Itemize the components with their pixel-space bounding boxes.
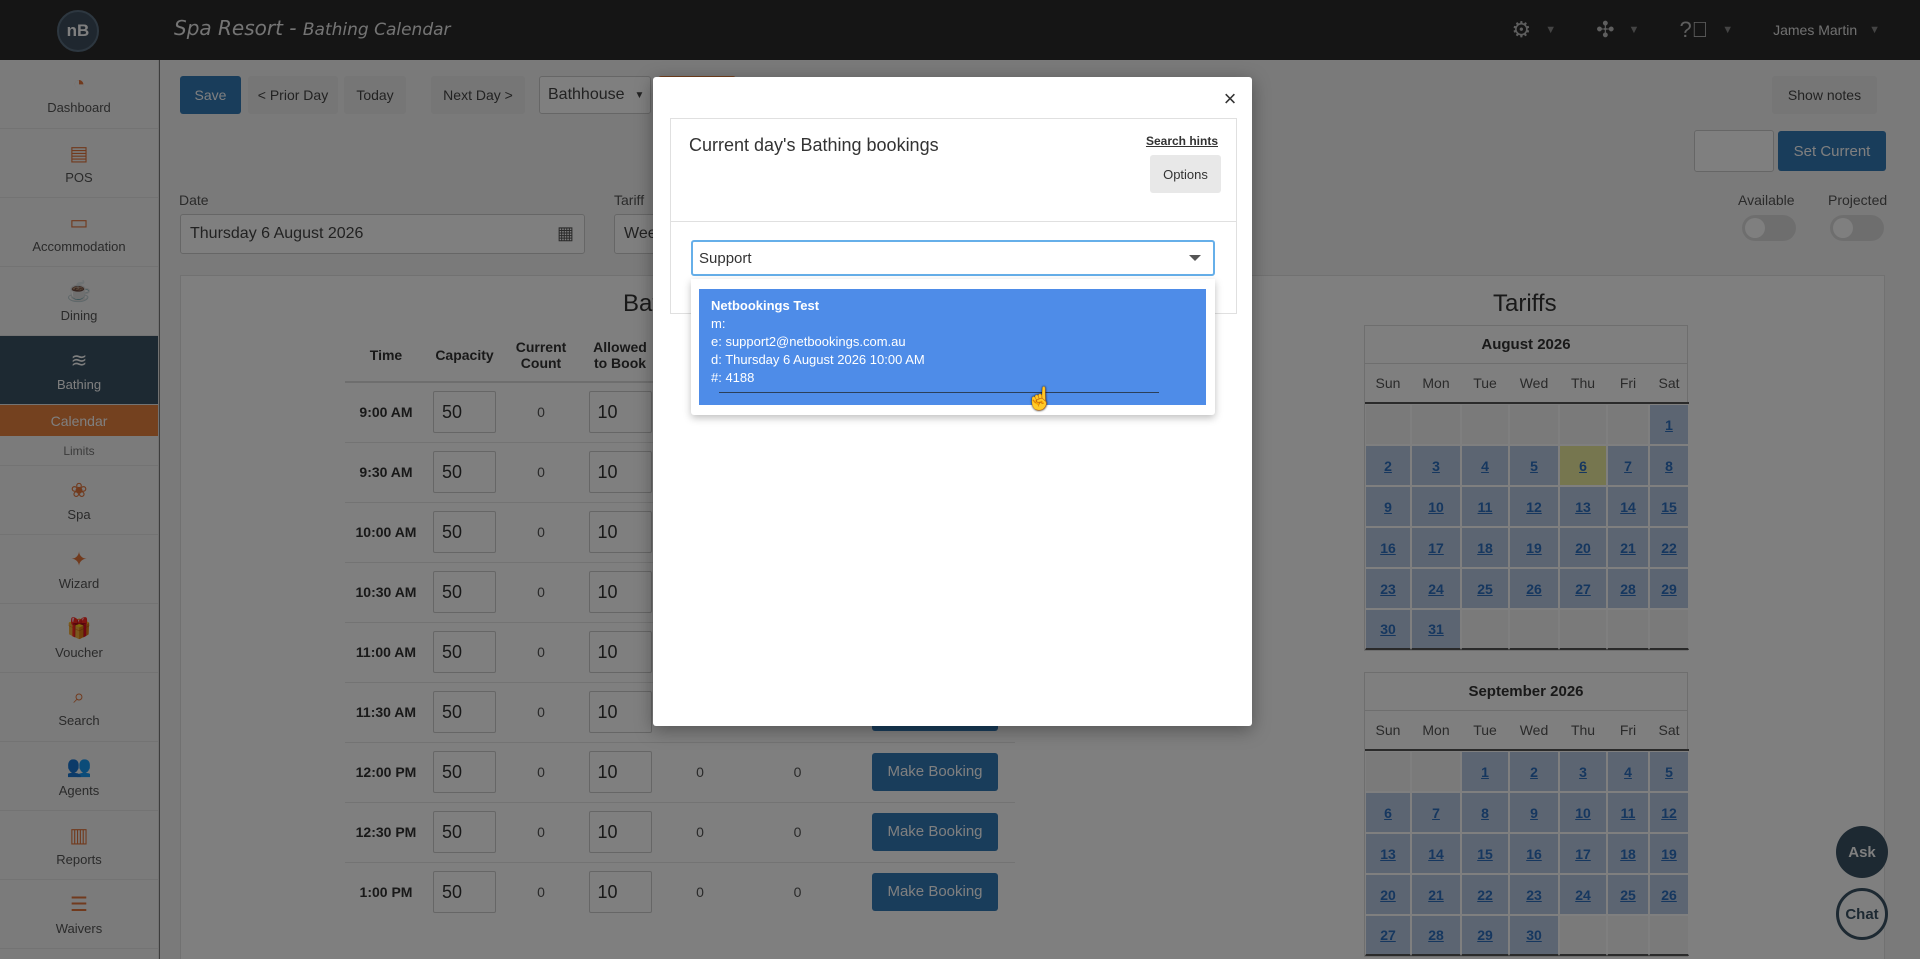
modal-title: Current day's Bathing bookings [689, 135, 939, 155]
result-mobile: m: [711, 316, 726, 331]
hand-cursor-icon: ☝ [1026, 386, 1054, 411]
divider [671, 221, 1236, 222]
close-icon[interactable]: × [1220, 88, 1240, 110]
result-name: Netbookings Test [711, 298, 820, 313]
search-result-option[interactable]: Netbookings Test m: e: support2@netbooki… [699, 289, 1206, 405]
search-value: Support [699, 249, 752, 267]
result-email: e: support2@netbookings.com.au [711, 334, 906, 349]
result-number: #: 4188 [711, 370, 755, 385]
divider [719, 392, 1159, 393]
chevron-down-icon[interactable] [1189, 255, 1201, 261]
booking-search-select[interactable]: Support [691, 240, 1215, 276]
options-button[interactable]: Options [1150, 155, 1221, 193]
search-results-dropdown: Netbookings Test m: e: support2@netbooki… [691, 279, 1215, 415]
search-hints-link[interactable]: Search hints [1146, 134, 1218, 148]
result-date: d: Thursday 6 August 2026 10:00 AM [711, 352, 925, 367]
